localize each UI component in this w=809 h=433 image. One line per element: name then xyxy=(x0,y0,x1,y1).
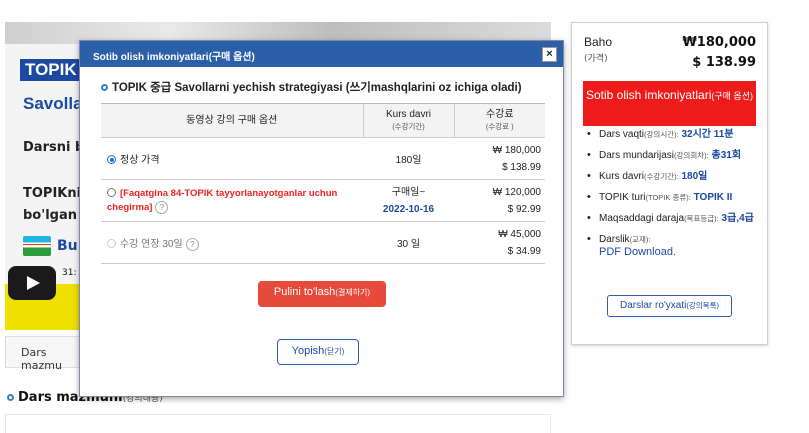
purchase-options-label: Sotib olish imkoniyatlari xyxy=(585,88,712,102)
purchase-panel: Baho (가격) ₩180,000 $ 138.99 Sotib olish … xyxy=(571,22,768,345)
close-icon[interactable]: × xyxy=(542,47,557,62)
help-icon[interactable]: ? xyxy=(185,237,199,251)
table-row: 정상 가격 180일 ₩ 180,000 $ 138.99 xyxy=(101,137,545,180)
banner-line: bo'lgan j xyxy=(23,208,86,223)
option-name: 정상 가격 xyxy=(120,155,160,166)
option-radio-extension[interactable] xyxy=(107,238,116,248)
close-sub: (닫기) xyxy=(324,347,345,356)
banner-line: TOPIKni xyxy=(23,186,82,201)
info-lecture-count: Dars mundarijasi(강의회차): 총31회 xyxy=(586,149,764,162)
period-cell: 30 일 xyxy=(363,221,454,264)
pay-button[interactable]: Pulini to'lash(결제하기) xyxy=(258,281,386,307)
uzbek-flag-icon xyxy=(23,236,51,256)
purchase-options-button[interactable]: Sotib olish imkoniyatlari(구매 옵션) xyxy=(583,81,756,126)
option-name: 수강 연장 30일 xyxy=(120,238,183,250)
price-cell: ₩ 120,000 $ 92.99 xyxy=(454,179,545,222)
dialog-title: Sotib olish imkoniyatlari(구매 옵션) xyxy=(93,52,255,63)
info-target-level: Maqsaddagi daraja(목표등급): 3급,4급 xyxy=(586,212,764,225)
play-icon[interactable] xyxy=(8,266,56,300)
col-option: 동영상 강의 구매 옵션 xyxy=(101,103,363,138)
price-label: Baho xyxy=(584,35,613,49)
close-button[interactable]: Yopish(닫기) xyxy=(277,339,359,365)
help-icon[interactable]: ? xyxy=(155,200,169,214)
bullet-icon xyxy=(101,84,108,91)
price-cell: ₩ 45,000 $ 34.99 xyxy=(454,221,545,264)
option-cell: 정상 가격 xyxy=(101,137,363,180)
close-label: Yopish xyxy=(291,345,325,357)
price-usd: $ 138.99 xyxy=(692,55,756,70)
bullet-icon xyxy=(7,394,14,401)
table-header-row: 동영상 강의 구매 옵션 Kurs davri (수강기간) 수강료 (수강료 ) xyxy=(101,103,545,138)
price-sub-label: (가격) xyxy=(584,54,608,64)
topik-logo: TOPIK xyxy=(20,59,82,81)
pay-label: Pulini to'lash xyxy=(273,286,336,298)
option-name: [Faqatgina 84-TOPIK tayyorlanayotganlar … xyxy=(107,187,338,213)
banner-heading: Savolla xyxy=(23,94,83,113)
period-cell: 180일 xyxy=(363,137,454,180)
dialog-header: Sotib olish imkoniyatlari(구매 옵션) × xyxy=(80,41,563,67)
option-cell: 수강 연장 30일? xyxy=(101,221,363,264)
purchase-options-sub: (구매 옵션) xyxy=(711,91,753,101)
banner-line: Darsni b xyxy=(23,140,85,155)
info-textbook: Darslik(교재):PDF Download. xyxy=(586,233,764,259)
col-period: Kurs davri (수강기간) xyxy=(362,103,454,138)
option-radio-regular[interactable] xyxy=(107,155,116,164)
option-radio-discount[interactable] xyxy=(107,187,116,197)
pay-sub: (결제하기) xyxy=(335,288,371,297)
purchase-options-dialog: Sotib olish imkoniyatlari(구매 옵션) × TOPIK… xyxy=(79,40,564,397)
table-row: [Faqatgina 84-TOPIK tayyorlanayotganlar … xyxy=(101,179,545,222)
course-info-list: Dars vaqti(강의시간): 32시간 11분 Dars mundarij… xyxy=(586,128,764,267)
syllabus-button[interactable]: Darslar ro'yxati(강의목록) xyxy=(607,295,732,317)
price-cell: ₩ 180,000 $ 138.99 xyxy=(454,137,545,180)
content-box xyxy=(5,414,551,433)
tab-course-content[interactable]: Dars mazmu xyxy=(5,336,90,372)
course-title: TOPIK 중급 Savollarni yechish strategiyasi… xyxy=(101,79,522,95)
course-title-text: TOPIK 중급 Savollarni yechish strategiyasi… xyxy=(112,82,522,94)
table-row: 수강 연장 30일? 30 일 ₩ 45,000 $ 34.99 xyxy=(101,221,545,264)
price-krw: ₩180,000 xyxy=(682,35,756,50)
col-fee: 수강료 (수강료 ) xyxy=(453,103,545,138)
info-topik-type: TOPIK turi(TOPIK 종류): TOPIK II xyxy=(586,191,764,204)
pdf-download-link[interactable]: PDF Download. xyxy=(599,246,676,258)
syllabus-label: Darslar ro'yxati xyxy=(620,300,687,311)
info-lecture-time: Dars vaqti(강의시간): 32시간 11분 xyxy=(586,128,764,141)
period-cell: 구매일~ 2022-10-16 xyxy=(363,179,454,222)
syllabus-sub: (강의목록) xyxy=(686,301,719,310)
info-course-period: Kurs davri(수강기간): 180일 xyxy=(586,170,764,183)
option-cell: [Faqatgina 84-TOPIK tayyorlanayotganlar … xyxy=(101,179,363,222)
options-table: 동영상 강의 구매 옵션 Kurs davri (수강기간) 수강료 (수강료 ) … xyxy=(101,103,545,264)
video-time: 31: xyxy=(62,268,77,278)
brand-text: Bu xyxy=(57,238,78,254)
